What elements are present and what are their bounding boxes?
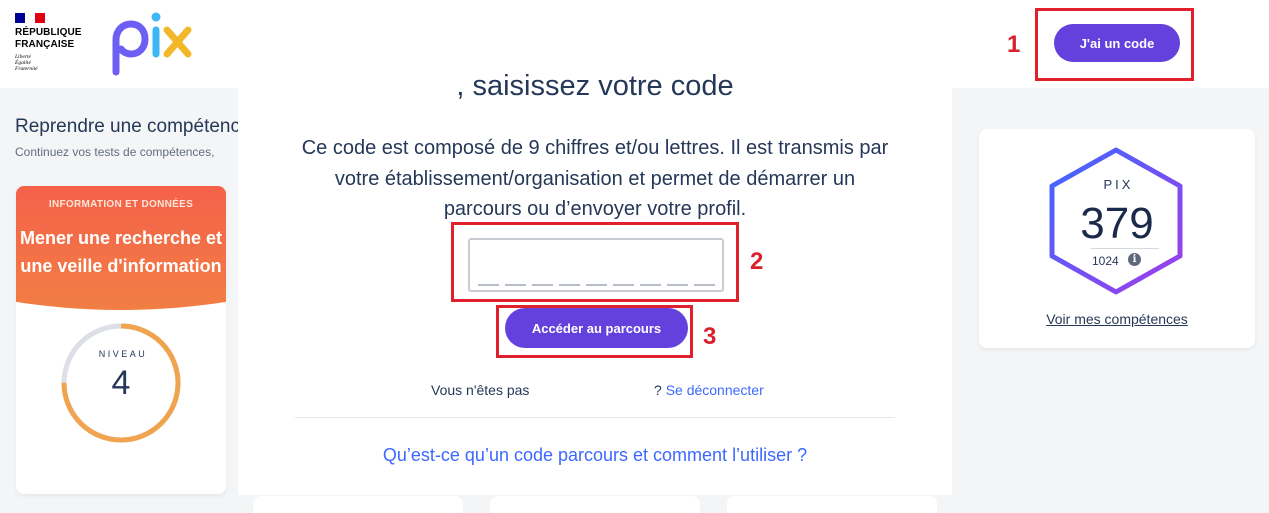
pix-logo[interactable]	[108, 10, 196, 76]
french-flag-icon	[15, 13, 45, 23]
annotation-number-2: 2	[750, 248, 764, 275]
logout-line: ? Se déconnecter	[654, 382, 764, 398]
annotation-number-3: 3	[703, 323, 717, 350]
section-subtitle: Continuez vos tests de compétences,	[15, 145, 215, 159]
score-divider	[1091, 248, 1159, 249]
competence-name: Mener une recherche et une veille d'info…	[19, 228, 223, 276]
score-label: PIX	[1103, 177, 1134, 192]
pix-score-card: PIX 379 1024 i Voir mes compétences	[979, 129, 1255, 348]
annotation-number-1: 1	[1007, 31, 1021, 58]
info-icon[interactable]: i	[1128, 253, 1141, 266]
republique-francaise-logo: RÉPUBLIQUE FRANÇAISE Liberté Égalité Fra…	[15, 13, 82, 72]
logout-prefix: ?	[654, 382, 662, 398]
modal-divider	[295, 417, 895, 418]
competence-domain: INFORMATION ET DONNÉES	[48, 199, 194, 210]
score-value: 379	[1080, 199, 1154, 248]
section-title: Reprendre une compétence	[15, 116, 251, 137]
gov-line-1: RÉPUBLIQUE	[15, 27, 82, 38]
annotation-box-2	[451, 222, 739, 302]
gov-devise: Liberté Égalité Fraternité	[15, 54, 38, 72]
competence-card[interactable]: INFORMATION ET DONNÉES Mener une recherc…	[16, 186, 226, 494]
view-competences-link[interactable]: Voir mes compétences	[979, 311, 1255, 327]
competence-card-peek	[253, 496, 463, 513]
competence-card-peek	[490, 496, 700, 513]
level-label: NIVEAU	[98, 349, 148, 359]
help-code-link[interactable]: Qu’est-ce qu’un code parcours et comment…	[238, 445, 952, 466]
gov-line-2: FRANÇAISE	[15, 39, 75, 50]
annotation-box-1	[1035, 8, 1194, 81]
competence-card-peek	[727, 496, 937, 513]
score-max: 1024	[1092, 254, 1119, 268]
logout-link[interactable]: Se déconnecter	[666, 382, 764, 398]
modal-description: Ce code est composé de 9 chiffres et/ou …	[301, 137, 889, 220]
level-value: 4	[111, 364, 131, 402]
modal-title: , saisissez votre code	[456, 70, 734, 102]
annotation-box-3	[496, 305, 693, 358]
not-you-text: Vous n'êtes pas	[431, 382, 530, 398]
